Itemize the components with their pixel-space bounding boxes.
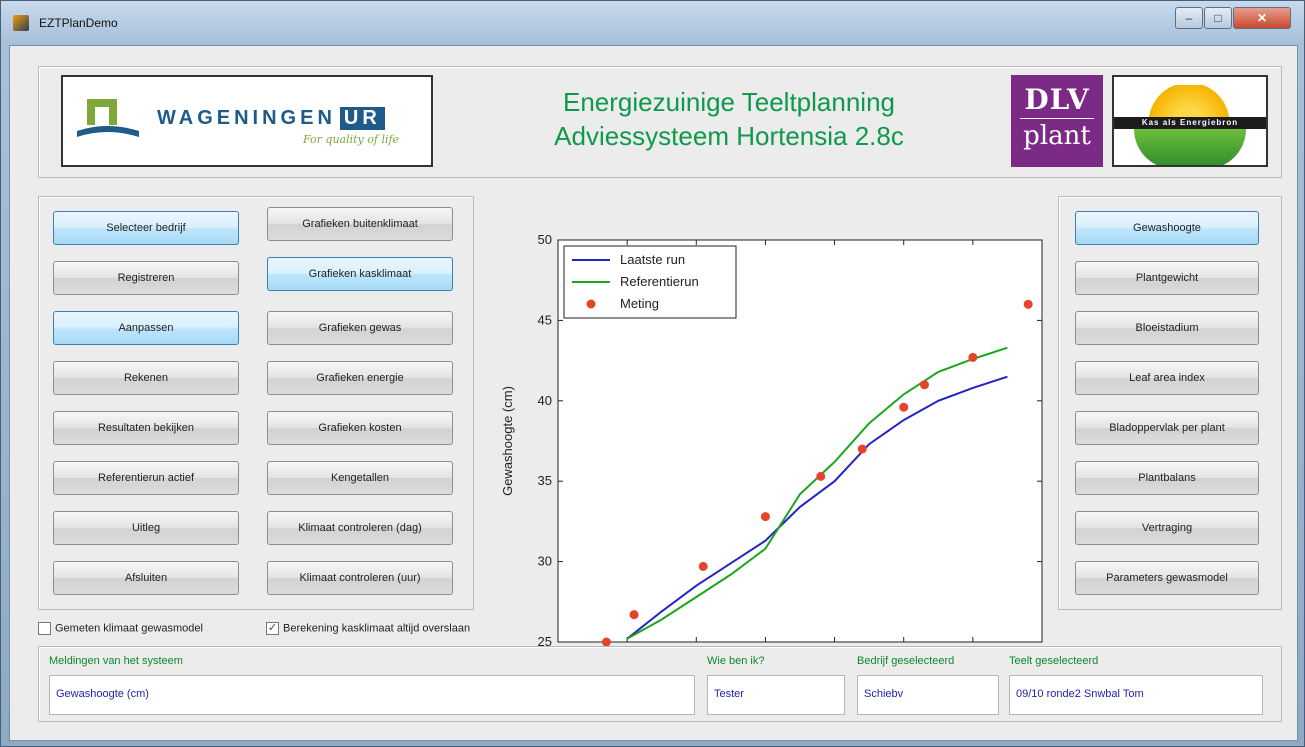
plant-balance-button[interactable]: Plantbalans: [1075, 461, 1259, 495]
y-tick-label: 45: [538, 312, 552, 327]
maximize-button[interactable]: □: [1204, 7, 1232, 29]
measurement-point: [899, 402, 909, 412]
title-bar[interactable]: EZTPlanDemo – □ ✕: [1, 1, 1304, 45]
plant-weight-button[interactable]: Plantgewicht: [1075, 261, 1259, 295]
measurement-point: [968, 352, 978, 362]
wur-logo-ur: UR: [339, 107, 385, 130]
measurement-point: [698, 561, 708, 571]
system-messages-label: Meldingen van het systeem: [49, 655, 183, 667]
measurement-point: [857, 444, 867, 454]
exit-button[interactable]: Afsluiten: [53, 561, 239, 595]
left-button-panel: Selecteer bedrijf Registreren Aanpassen …: [38, 196, 474, 610]
leaf-area-index-button[interactable]: Leaf area index: [1075, 361, 1259, 395]
crop-height-chart: 25303540455011-0203-0313-0323-0302-0412-…: [500, 232, 1059, 677]
y-tick-label: 50: [538, 232, 552, 247]
measurement-point: [629, 610, 639, 620]
app-title: Energiezuinige Teeltplanning Adviessyste…: [459, 85, 999, 153]
adjust-button[interactable]: Aanpassen: [53, 311, 239, 345]
minimize-button[interactable]: –: [1175, 7, 1203, 29]
right-button-panel: Gewashoogte Plantgewicht Bloeistadium Le…: [1058, 196, 1282, 610]
check-climate-day-button[interactable]: Klimaat controleren (dag): [267, 511, 453, 545]
client-area: WAGENINGEN UR For quality of life Energie…: [9, 45, 1298, 741]
app-icon: [13, 15, 29, 31]
app-title-line2: Adviessysteem Hortensia 2.8c: [554, 121, 904, 151]
check-climate-hour-button[interactable]: Klimaat controleren (uur): [267, 561, 453, 595]
dlv-logo-bottom: plant: [1023, 121, 1091, 151]
skip-greenhouse-calc-checkbox-row[interactable]: ✓ Berekening kasklimaat altijd overslaan: [266, 622, 470, 635]
reference-run-active-button[interactable]: Referentierun actief: [53, 461, 239, 495]
dlv-logo-top: DLV: [1024, 83, 1090, 116]
skip-greenhouse-calc-checkbox[interactable]: ✓: [266, 622, 279, 635]
y-tick-label: 25: [538, 634, 552, 646]
register-button[interactable]: Registreren: [53, 261, 239, 295]
legend-label: Meting: [620, 296, 659, 311]
select-company-button[interactable]: Selecteer bedrijf: [53, 211, 239, 245]
measured-climate-checkbox-row[interactable]: Gemeten klimaat gewasmodel: [38, 622, 203, 635]
measured-climate-label: Gemeten klimaat gewasmodel: [55, 622, 203, 635]
y-tick-label: 40: [538, 393, 552, 408]
measurement-point: [919, 380, 929, 390]
graphs-crop-button[interactable]: Grafieken gewas: [267, 311, 453, 345]
graphs-outdoor-climate-button[interactable]: Grafieken buitenklimaat: [267, 207, 453, 241]
measured-climate-checkbox[interactable]: [38, 622, 51, 635]
dlv-plant-logo: DLV plant: [1011, 75, 1103, 167]
wur-emblem-icon: [77, 99, 139, 137]
app-window: EZTPlanDemo – □ ✕ WAGENINGEN UR For quali…: [0, 0, 1305, 747]
graphs-costs-button[interactable]: Grafieken kosten: [267, 411, 453, 445]
crop-selected-field[interactable]: 09/10 ronde2 Snwbal Tom: [1009, 675, 1263, 715]
who-am-i-label: Wie ben ik?: [707, 655, 765, 667]
crop-model-parameters-button[interactable]: Parameters gewasmodel: [1075, 561, 1259, 595]
legend-label: Laatste run: [620, 252, 685, 267]
key-figures-button[interactable]: Kengetallen: [267, 461, 453, 495]
close-button[interactable]: ✕: [1233, 7, 1291, 29]
y-tick-label: 35: [538, 473, 552, 488]
who-am-i-field[interactable]: Tester: [707, 675, 845, 715]
app-title-line1: Energiezuinige Teeltplanning: [563, 87, 895, 117]
legend-label: Referentierun: [620, 274, 699, 289]
y-axis-label: Gewashoogte (cm): [500, 386, 515, 496]
legend-swatch: [586, 299, 596, 309]
leaf-area-per-plant-button[interactable]: Bladoppervlak per plant: [1075, 411, 1259, 445]
measurement-point: [1023, 299, 1033, 309]
explanation-button[interactable]: Uitleg: [53, 511, 239, 545]
wageningen-ur-logo: WAGENINGEN UR For quality of life: [61, 75, 433, 167]
graphs-greenhouse-climate-button[interactable]: Grafieken kasklimaat: [267, 257, 453, 291]
window-title: EZTPlanDemo: [39, 16, 118, 30]
header-panel: WAGENINGEN UR For quality of life Energie…: [38, 66, 1282, 178]
flowering-stage-button[interactable]: Bloeistadium: [1075, 311, 1259, 345]
wur-logo-text: WAGENINGEN: [157, 107, 336, 129]
delay-button[interactable]: Vertraging: [1075, 511, 1259, 545]
wur-logo-tagline: For quality of life: [303, 133, 400, 146]
status-panel: Meldingen van het systeem Gewashoogte (c…: [38, 646, 1282, 722]
kas-als-energiebron-logo: Kas als Energiebron: [1112, 75, 1268, 167]
view-results-button[interactable]: Resultaten bekijken: [53, 411, 239, 445]
system-messages-field[interactable]: Gewashoogte (cm): [49, 675, 695, 715]
y-tick-label: 30: [538, 554, 552, 569]
crop-height-button[interactable]: Gewashoogte: [1075, 211, 1259, 245]
company-selected-field[interactable]: Schiebv: [857, 675, 999, 715]
chart-area: 25303540455011-0203-0313-0323-0302-0412-…: [480, 186, 1060, 677]
graphs-energy-button[interactable]: Grafieken energie: [267, 361, 453, 395]
kas-logo-text: Kas als Energiebron: [1114, 117, 1266, 129]
company-selected-label: Bedrijf geselecteerd: [857, 655, 955, 667]
measurement-point: [816, 471, 826, 481]
earth-icon: [1134, 129, 1246, 165]
calculate-button[interactable]: Rekenen: [53, 361, 239, 395]
skip-greenhouse-calc-label: Berekening kasklimaat altijd overslaan: [283, 622, 471, 635]
measurement-point: [760, 512, 770, 522]
crop-selected-label: Teelt geselecteerd: [1009, 655, 1099, 667]
